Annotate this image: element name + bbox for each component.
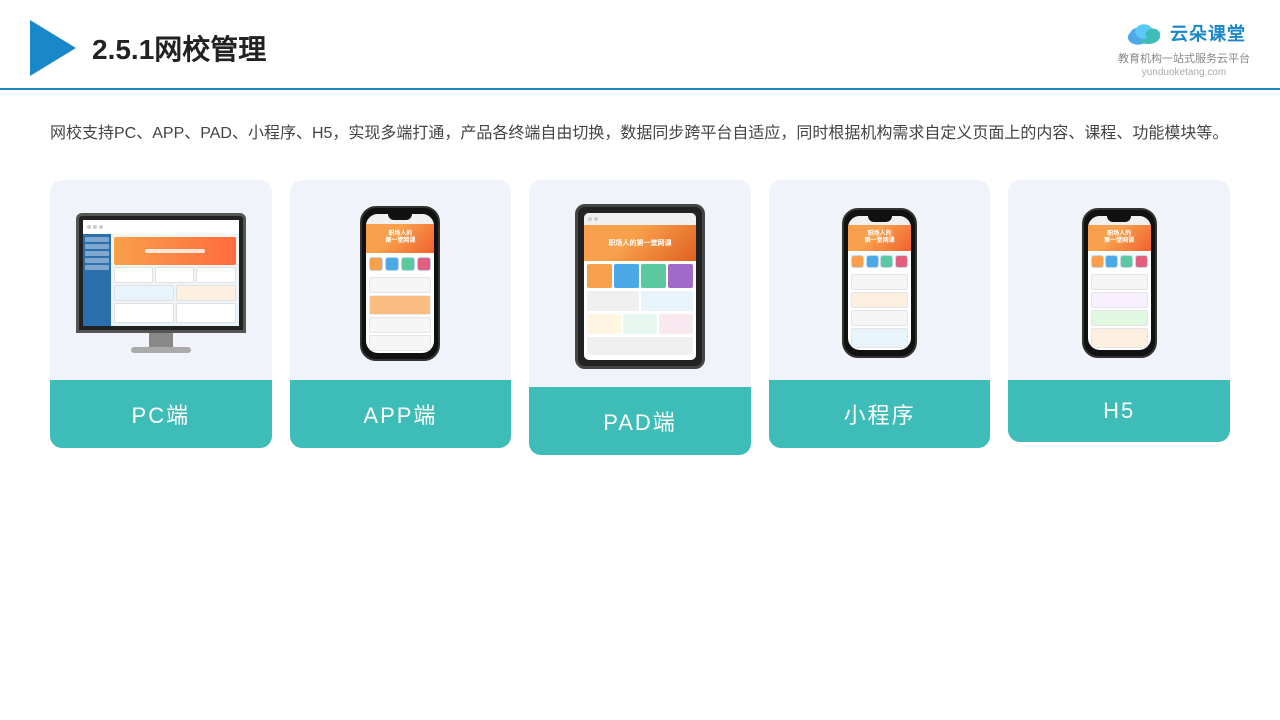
play-icon xyxy=(30,20,76,76)
phone-outer-h5: 职场人的第一堂网课 xyxy=(1082,208,1157,358)
card-app: 职场人的第一堂网课 xyxy=(290,180,512,448)
cards-container: PC端 职场人的第一堂网课 xyxy=(50,180,1230,455)
screen-banner xyxy=(114,237,236,265)
screen-sidebar xyxy=(83,234,111,326)
cloud-logo-icon xyxy=(1122,18,1166,48)
pc-label: PC端 xyxy=(50,380,272,448)
phone-banner-miniapp: 职场人的第一堂网课 xyxy=(848,225,911,251)
phone-screen-app: 职场人的第一堂网课 xyxy=(366,214,434,353)
pad-banner: 职场人的第一堂网课 xyxy=(584,225,696,261)
phone-outer-app: 职场人的第一堂网课 xyxy=(360,206,440,361)
dot1 xyxy=(87,225,91,229)
pad-device: 职场人的第一堂网课 xyxy=(575,204,705,369)
screen-body xyxy=(83,234,239,326)
screen-top-bar xyxy=(83,220,239,234)
phone-outer-miniapp: 职场人的第一堂网课 xyxy=(842,208,917,358)
app-image-area: 职场人的第一堂网课 xyxy=(290,180,512,380)
card-miniapp: 职场人的第一堂网课 xyxy=(769,180,991,448)
header: 2.5.1网校管理 云朵课堂 教育机构一站式服务云平台yunduoketang.… xyxy=(0,0,1280,90)
phone-app: 职场人的第一堂网课 xyxy=(360,206,440,361)
h5-label: H5 xyxy=(1008,380,1230,442)
monitor-screen xyxy=(76,213,246,333)
monitor-base xyxy=(131,347,191,353)
pad-content xyxy=(584,261,696,360)
dot2 xyxy=(93,225,97,229)
phone-banner-app: 职场人的第一堂网课 xyxy=(366,224,434,253)
phone-h5: 职场人的第一堂网课 xyxy=(1082,208,1157,358)
monitor-content xyxy=(83,220,239,326)
logo-text: 云朵课堂 xyxy=(1170,20,1246,46)
phone-screen-h5: 职场人的第一堂网课 xyxy=(1088,216,1151,350)
app-label: APP端 xyxy=(290,380,512,448)
page-title: 2.5.1网校管理 xyxy=(92,28,266,68)
screen-main xyxy=(111,234,239,326)
page-container: 2.5.1网校管理 云朵课堂 教育机构一站式服务云平台yunduoketang.… xyxy=(0,0,1280,455)
card-h5: 职场人的第一堂网课 xyxy=(1008,180,1230,442)
header-left: 2.5.1网校管理 xyxy=(30,20,266,76)
phone-notch-h5 xyxy=(1107,216,1131,222)
logo-brand: 云朵课堂 xyxy=(1122,18,1246,48)
card-pad: 职场人的第一堂网课 xyxy=(529,180,751,455)
pc-image-area xyxy=(50,180,272,380)
main-content: 网校支持PC、APP、PAD、小程序、H5，实现多端打通，产品各终端自由切换，数… xyxy=(0,90,1280,455)
miniapp-label: 小程序 xyxy=(769,380,991,448)
logo-sub-text: 教育机构一站式服务云平台yunduoketang.com xyxy=(1118,50,1250,78)
dot3 xyxy=(99,225,103,229)
card-pc: PC端 xyxy=(50,180,272,448)
pad-outer: 职场人的第一堂网课 xyxy=(575,204,705,369)
phone-notch-app xyxy=(388,214,412,220)
pc-monitor xyxy=(76,213,246,353)
phone-miniapp: 职场人的第一堂网课 xyxy=(842,208,917,358)
pad-image-area: 职场人的第一堂网课 xyxy=(529,180,751,387)
phone-banner-h5: 职场人的第一堂网课 xyxy=(1088,225,1151,251)
phone-screen-miniapp: 职场人的第一堂网课 xyxy=(848,216,911,350)
description-text: 网校支持PC、APP、PAD、小程序、H5，实现多端打通，产品各终端自由切换，数… xyxy=(50,118,1230,150)
miniapp-image-area: 职场人的第一堂网课 xyxy=(769,180,991,380)
pad-label: PAD端 xyxy=(529,387,751,455)
h5-image-area: 职场人的第一堂网课 xyxy=(1008,180,1230,380)
monitor-stand xyxy=(149,333,173,347)
phone-notch-miniapp xyxy=(868,216,892,222)
logo-area: 云朵课堂 教育机构一站式服务云平台yunduoketang.com xyxy=(1118,18,1250,78)
pad-screen: 职场人的第一堂网课 xyxy=(584,213,696,360)
